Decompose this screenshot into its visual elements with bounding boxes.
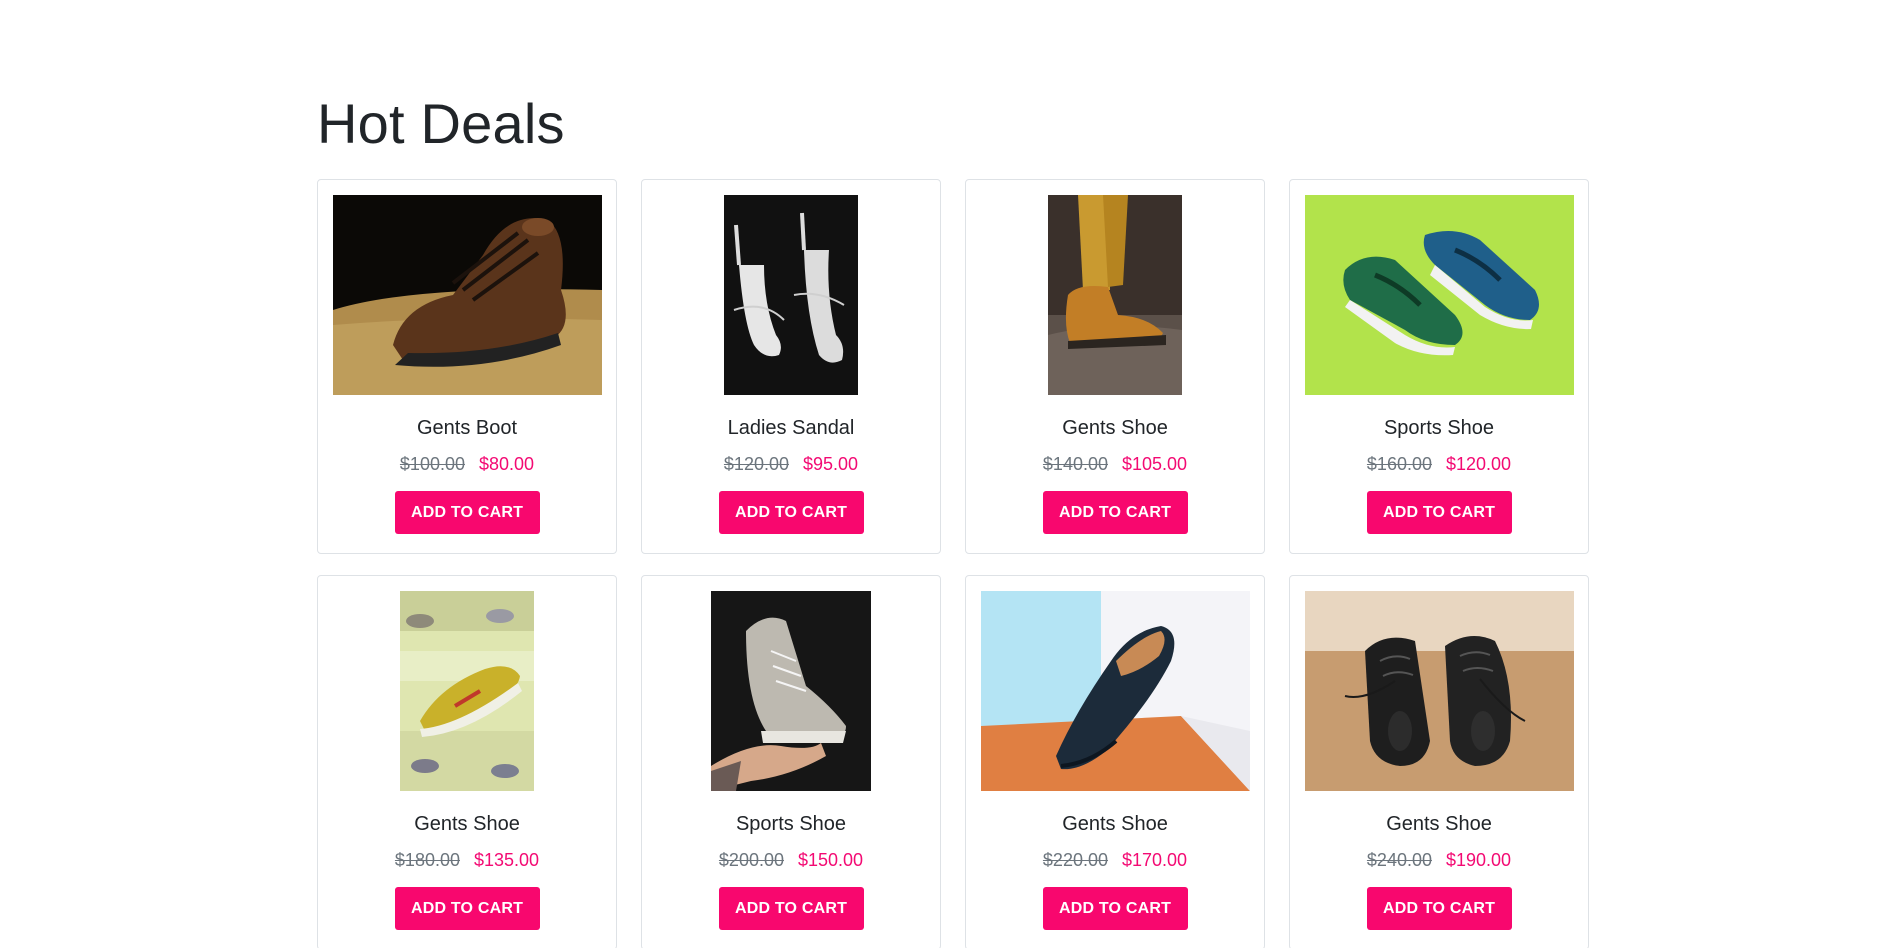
sale-price: $105.00 — [1122, 454, 1188, 474]
product-prices: $240.00 $190.00 — [1367, 849, 1511, 871]
add-to-cart-button[interactable]: ADD TO CART — [1366, 887, 1512, 930]
add-to-cart-button[interactable]: ADD TO CART — [1042, 887, 1188, 930]
old-price: $140.00 — [1042, 454, 1108, 474]
product-image[interactable] — [657, 195, 926, 395]
product-card: Gents Shoe $240.00 $190.00 ADD TO CART — [1289, 575, 1589, 948]
old-price: $220.00 — [1042, 850, 1108, 870]
sale-price: $95.00 — [803, 454, 859, 474]
sale-price: $150.00 — [798, 850, 864, 870]
old-price: $200.00 — [718, 850, 784, 870]
add-to-cart-button[interactable]: ADD TO CART — [1042, 491, 1188, 534]
add-to-cart-button[interactable]: ADD TO CART — [718, 491, 864, 534]
sale-price: $170.00 — [1122, 850, 1188, 870]
product-name[interactable]: Gents Boot — [417, 416, 517, 440]
product-name[interactable]: Gents Shoe — [1386, 812, 1492, 836]
sale-price: $80.00 — [479, 454, 535, 474]
product-card: Gents Shoe $220.00 $170.00 ADD TO CART — [965, 575, 1265, 948]
sale-price: $135.00 — [474, 850, 540, 870]
add-to-cart-button[interactable]: ADD TO CART — [1366, 491, 1512, 534]
old-price: $180.00 — [394, 850, 460, 870]
old-price: $160.00 — [1366, 454, 1432, 474]
product-prices: $220.00 $170.00 — [1043, 849, 1187, 871]
product-card: Ladies Sandal $120.00 $95.00 ADD TO CART — [641, 179, 941, 554]
product-prices: $200.00 $150.00 — [719, 849, 863, 871]
section-title: Hot Deals — [317, 92, 565, 155]
product-name[interactable]: Gents Shoe — [414, 812, 520, 836]
product-name[interactable]: Gents Shoe — [1062, 416, 1168, 440]
product-card: Gents Shoe $180.00 $135.00 ADD TO CART — [317, 575, 617, 948]
product-prices: $100.00 $80.00 — [400, 453, 534, 475]
product-image[interactable] — [657, 591, 926, 791]
product-card: Sports Shoe $200.00 $150.00 ADD TO CART — [641, 575, 941, 948]
product-name[interactable]: Sports Shoe — [736, 812, 846, 836]
old-price: $240.00 — [1366, 850, 1432, 870]
product-image[interactable] — [980, 591, 1250, 791]
product-image[interactable] — [332, 195, 602, 395]
product-image[interactable] — [1304, 195, 1574, 395]
old-price: $100.00 — [399, 454, 465, 474]
product-name[interactable]: Sports Shoe — [1384, 416, 1494, 440]
product-image[interactable] — [981, 195, 1250, 395]
product-image[interactable] — [1304, 591, 1574, 791]
product-prices: $120.00 $95.00 — [724, 453, 858, 475]
product-image[interactable] — [333, 591, 602, 791]
sale-price: $190.00 — [1446, 850, 1512, 870]
product-name[interactable]: Ladies Sandal — [728, 416, 855, 440]
product-card: Gents Boot $100.00 $80.00 ADD TO CART — [317, 179, 617, 554]
product-prices: $160.00 $120.00 — [1367, 453, 1511, 475]
add-to-cart-button[interactable]: ADD TO CART — [394, 491, 540, 534]
product-card: Sports Shoe $160.00 $120.00 ADD TO CART — [1289, 179, 1589, 554]
add-to-cart-button[interactable]: ADD TO CART — [718, 887, 864, 930]
product-name[interactable]: Gents Shoe — [1062, 812, 1168, 836]
product-card: Gents Shoe $140.00 $105.00 ADD TO CART — [965, 179, 1265, 554]
product-prices: $140.00 $105.00 — [1043, 453, 1187, 475]
product-prices: $180.00 $135.00 — [395, 849, 539, 871]
product-grid: Gents Boot $100.00 $80.00 ADD TO CART Lad… — [317, 179, 1590, 948]
add-to-cart-button[interactable]: ADD TO CART — [394, 887, 540, 930]
old-price: $120.00 — [723, 454, 789, 474]
hot-deals-page: Hot Deals Gents Boot $100.00 $80.00 ADD T… — [0, 0, 1898, 948]
sale-price: $120.00 — [1446, 454, 1512, 474]
